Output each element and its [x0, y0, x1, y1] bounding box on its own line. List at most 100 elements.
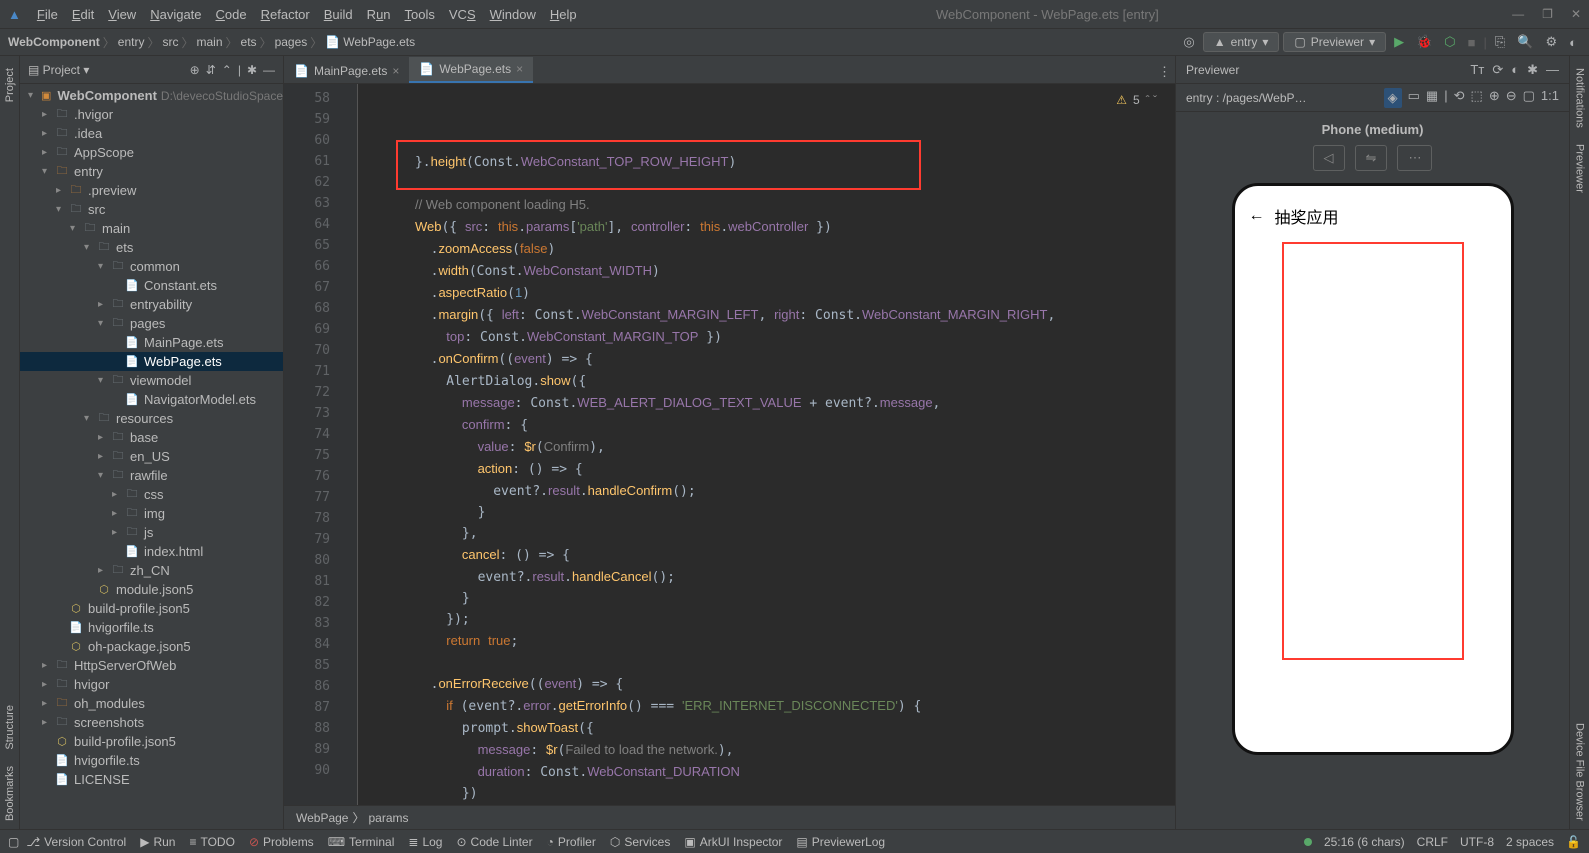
device-phone-icon[interactable]: ◈ — [1384, 88, 1402, 108]
project-panel: ▤ Project ▾ ⊕ ⇵ ⌃ | ✱ — ▾▣WebComponentD:… — [20, 56, 284, 829]
status-version-control[interactable]: ⎇ Version Control — [19, 835, 133, 849]
device-file-browser-tab[interactable]: Device File Browser — [1574, 715, 1586, 829]
structure-tool-tab[interactable]: Structure — [4, 697, 16, 758]
expand-icon[interactable]: ⇵ — [206, 63, 216, 77]
device-grid-icon[interactable]: ▦ — [1426, 88, 1438, 108]
crop-icon[interactable]: ⬚ — [1471, 88, 1483, 108]
editor-tabs: 📄MainPage.ets× 📄WebPage.ets× ⋮ — [284, 56, 1175, 84]
breadcrumb-root[interactable]: WebComponent — [8, 35, 100, 49]
stop-icon[interactable]: ■ — [1464, 32, 1480, 53]
hide-icon[interactable]: — — [1546, 62, 1559, 78]
one-to-one-icon[interactable]: 1:1 — [1541, 88, 1559, 108]
eye-icon[interactable]: ◐ — [1511, 62, 1519, 78]
close-icon[interactable]: ✕ — [1571, 7, 1581, 21]
previewer-entry: entry : /pages/WebP… — [1186, 91, 1307, 105]
hide-icon[interactable]: — — [263, 63, 275, 77]
right-tool-gutter: Notifications Previewer Device File Brow… — [1569, 56, 1589, 829]
menu-navigate[interactable]: Navigate — [144, 4, 207, 25]
status-log[interactable]: ≣ Log — [401, 835, 449, 849]
status-problems[interactable]: ⊘ Problems — [242, 835, 321, 849]
tree-item-webpage[interactable]: 📄WebPage.ets — [20, 352, 283, 371]
prev-nav-rotate[interactable]: ⇋ — [1355, 145, 1388, 171]
sync-icon[interactable]: ◎ — [1179, 31, 1198, 53]
menu-help[interactable]: Help — [544, 4, 583, 25]
zoom-in-icon[interactable]: ⊕ — [1489, 88, 1500, 108]
gear-icon[interactable]: ✱ — [1527, 62, 1538, 78]
menu-run[interactable]: Run — [361, 4, 397, 25]
tab-webpage[interactable]: 📄WebPage.ets× — [409, 57, 533, 83]
notifications-tool-tab[interactable]: Notifications — [1574, 60, 1586, 136]
menu-build[interactable]: Build — [318, 4, 359, 25]
status-terminal[interactable]: ⌨ Terminal — [321, 835, 402, 849]
previewer-tool-tab[interactable]: Previewer — [1574, 136, 1586, 201]
profile-icon[interactable]: ◐ — [1565, 32, 1581, 53]
menu-file[interactable]: File — [31, 4, 64, 25]
menu-refactor[interactable]: Refactor — [255, 4, 316, 25]
previewer-panel: Previewer Tᴛ ⟳ ◐ ✱ — entry : /pages/WebP… — [1175, 56, 1569, 829]
status-todo[interactable]: ≡ TODO — [182, 835, 241, 849]
menu-window[interactable]: Window — [484, 4, 542, 25]
app-logo-icon: ▲ — [8, 7, 21, 22]
project-tree[interactable]: ▾▣WebComponentD:\devecoStudioSpace ▸🗀.hv… — [20, 84, 283, 829]
line-gutter: 5859606162636465666768697071727374757677… — [284, 84, 338, 805]
tab-menu-icon[interactable]: ⋮ — [1154, 61, 1175, 83]
editor-breadcrumbs[interactable]: WebPage〉params — [284, 805, 1175, 829]
status-code-linter[interactable]: ⊙ Code Linter — [449, 835, 539, 849]
previewer-title: Previewer — [1186, 63, 1239, 77]
status-readonly-icon[interactable]: 🔓 — [1566, 835, 1581, 849]
menu-edit[interactable]: Edit — [66, 4, 100, 25]
git-icon[interactable]: ⎘ — [1491, 31, 1509, 53]
status-services[interactable]: ⬡ Services — [603, 835, 678, 849]
status-indicator-icon — [1304, 838, 1312, 846]
code-inspection-status[interactable]: ⚠5 ˆ ˇ — [1116, 90, 1157, 111]
project-panel-title: Project — [43, 63, 80, 77]
menu-code[interactable]: Code — [210, 4, 253, 25]
phone-back-icon[interactable]: ← — [1249, 207, 1265, 225]
status-tool-icon[interactable]: ▢ — [8, 835, 19, 849]
module-selector[interactable]: ▲ entry ▾ — [1203, 32, 1280, 52]
zoom-out-icon[interactable]: ⊖ — [1506, 88, 1517, 108]
attach-icon[interactable]: ⬡ — [1440, 31, 1459, 53]
phone-preview[interactable]: ← 抽奖应用 — [1232, 183, 1514, 755]
title-bar: ▲ File Edit View Navigate Code Refactor … — [0, 0, 1589, 28]
status-arkui[interactable]: ▣ ArkUI Inspector — [677, 835, 789, 849]
status-indent[interactable]: 2 spaces — [1506, 835, 1554, 849]
menu-tools[interactable]: Tools — [399, 4, 441, 25]
search-icon[interactable]: 🔍 — [1513, 31, 1537, 53]
device-label: Phone (medium) — [1322, 122, 1424, 137]
project-tool-tab[interactable]: Project — [4, 60, 16, 110]
settings-icon[interactable]: ⚙ — [1541, 31, 1561, 53]
left-tool-gutter: Project Structure Bookmarks — [0, 56, 20, 829]
previewer-selector[interactable]: ▢ Previewer ▾ — [1283, 32, 1386, 52]
run-icon[interactable]: ▶ — [1390, 31, 1408, 53]
breadcrumb[interactable]: WebComponent〉 entry〉 src〉 main〉 ets〉 pag… — [8, 34, 415, 51]
debug-icon[interactable]: 🐞 — [1412, 31, 1436, 53]
menu-bar: File Edit View Navigate Code Refactor Bu… — [31, 4, 583, 25]
status-cursor[interactable]: 25:16 (6 chars) — [1324, 835, 1405, 849]
menu-vcs[interactable]: VCS — [443, 4, 482, 25]
rotate-icon[interactable]: ⟲ — [1454, 88, 1465, 108]
refresh-icon[interactable]: ⟳ — [1492, 62, 1503, 78]
menu-view[interactable]: View — [102, 4, 142, 25]
maximize-icon[interactable]: ❐ — [1542, 7, 1553, 21]
fit-icon[interactable]: ▢ — [1523, 88, 1535, 108]
minimize-icon[interactable]: — — [1512, 7, 1524, 21]
status-previewer-log[interactable]: ▤ PreviewerLog — [789, 835, 892, 849]
prev-nav-back[interactable]: ◁ — [1313, 145, 1345, 171]
status-encoding[interactable]: UTF-8 — [1460, 835, 1494, 849]
phone-content-box — [1282, 242, 1464, 660]
prev-nav-more[interactable]: ⋯ — [1397, 145, 1432, 171]
status-bar: ▢ ⎇ Version Control ▶ Run ≡ TODO ⊘ Probl… — [0, 829, 1589, 853]
locate-icon[interactable]: ⊕ — [190, 63, 200, 77]
status-crlf[interactable]: CRLF — [1417, 835, 1448, 849]
editor-area: 📄MainPage.ets× 📄WebPage.ets× ⋮ 585960616… — [284, 56, 1175, 829]
collapse-icon[interactable]: ⌃ — [222, 63, 232, 77]
status-profiler[interactable]: ◔ Profiler — [540, 835, 603, 849]
tt-icon[interactable]: Tᴛ — [1470, 62, 1484, 78]
bookmarks-tool-tab[interactable]: Bookmarks — [4, 758, 16, 829]
tab-mainpage[interactable]: 📄MainPage.ets× — [284, 59, 409, 83]
code-editor[interactable]: ⚠5 ˆ ˇ }.height(Const.WebConstant_TOP_RO… — [358, 84, 1175, 805]
status-run[interactable]: ▶ Run — [133, 835, 182, 849]
device-tablet-icon[interactable]: ▭ — [1408, 88, 1420, 108]
gear-icon[interactable]: ✱ — [247, 63, 257, 77]
